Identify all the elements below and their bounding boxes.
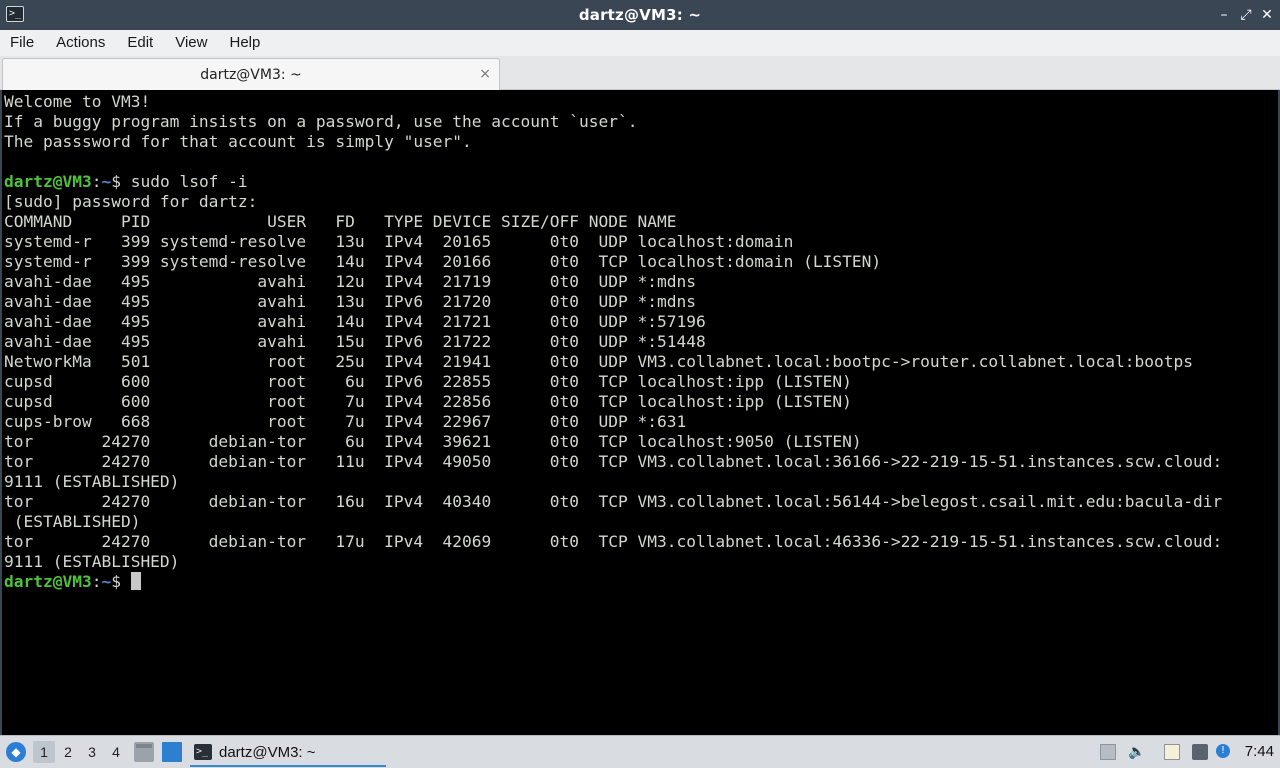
window-titlebar[interactable]: >_ dartz@VM3: ~ – ⤢ ✕ [0,0,1280,30]
lsof-output-row: 9111 (ESTABLISHED) [4,552,180,571]
lsof-output-row: avahi-dae 495 avahi 14u IPv4 21721 0t0 U… [4,312,706,331]
menu-file[interactable]: File [3,30,41,56]
text-cursor [130,572,141,590]
lsof-output-row: tor 24270 debian-tor 6u IPv4 39621 0t0 T… [4,432,862,451]
menu-actions[interactable]: Actions [49,30,112,56]
active-prompt-line: dartz@VM3:~$ [4,572,1276,592]
prompt-user-host: dartz@VM3 [4,572,92,591]
welcome-line: The passsword for that account is simply… [4,132,472,151]
tab-bar: dartz@VM3: ~ × [0,56,1280,90]
close-button[interactable]: ✕ [1258,5,1276,25]
lsof-output-row: cupsd 600 root 6u IPv6 22855 0t0 TCP loc… [4,372,852,391]
file-manager-icon[interactable] [134,742,154,762]
lsof-output-row: tor 24270 debian-tor 11u IPv4 49050 0t0 … [4,452,1223,471]
terminal-view[interactable]: Welcome to VM3! If a buggy program insist… [0,90,1280,735]
lsof-output-row: tor 24270 debian-tor 16u IPv4 40340 0t0 … [4,492,1223,511]
lsof-output-row: NetworkMa 501 root 25u IPv4 21941 0t0 UD… [4,352,1193,371]
taskbar: ◆ 1 2 3 4 >_ dartz@VM3: ~ 🔈 ! 7:44 [0,735,1280,768]
welcome-line: If a buggy program insists on a password… [4,112,638,131]
maximize-button[interactable]: ⤢ [1237,5,1255,25]
tab-label: dartz@VM3: ~ [200,66,302,83]
volume-icon[interactable]: 🔈 [1128,744,1145,760]
clock[interactable]: 7:44 [1245,742,1274,762]
lsof-output-row: avahi-dae 495 avahi 15u IPv6 21722 0t0 U… [4,332,706,351]
prompt-path: ~ [101,572,112,591]
lsof-output-row: cups-brow 668 root 7u IPv4 22967 0t0 UDP… [4,412,687,431]
lsof-output-row: systemd-r 399 systemd-resolve 14u IPv4 2… [4,252,882,271]
update-notification-icon[interactable]: ! [1216,744,1230,758]
menu-help[interactable]: Help [222,30,267,56]
prompt-separator: : [91,172,102,191]
menu-bar: File Actions Edit View Help [0,30,1280,56]
welcome-line: Welcome to VM3! [4,92,151,111]
lsof-output-row: tor 24270 debian-tor 17u IPv4 42069 0t0 … [4,532,1223,551]
terminal-output: Welcome to VM3! If a buggy program insist… [4,92,1276,592]
workspace-2[interactable]: 2 [57,741,79,763]
command-text: sudo lsof -i [130,172,248,191]
terminal-icon: >_ [6,6,24,22]
lsof-output-row: cupsd 600 root 7u IPv4 22856 0t0 TCP loc… [4,392,852,411]
menu-edit[interactable]: Edit [120,30,160,56]
lsof-output-row: avahi-dae 495 avahi 13u IPv6 21720 0t0 U… [4,292,696,311]
tab-close-icon[interactable]: × [479,65,491,83]
task-label: dartz@VM3: ~ [219,743,316,761]
notes-icon[interactable] [1164,744,1180,760]
start-menu-icon[interactable]: ◆ [6,742,26,762]
lsof-output-row: avahi-dae 495 avahi 12u IPv4 21719 0t0 U… [4,272,696,291]
lsof-header-row: COMMAND PID USER FD TYPE DEVICE SIZE/OFF… [4,212,677,231]
clipboard-icon[interactable] [1100,744,1116,760]
prompt-separator: : [91,572,102,591]
command-line: dartz@VM3:~$ sudo lsof -i [4,172,1276,192]
lsof-output-row: (ESTABLISHED) [4,512,141,531]
window-title: dartz@VM3: ~ [578,6,702,24]
prompt-symbol: $ [111,572,131,591]
taskbar-task-terminal[interactable]: >_ dartz@VM3: ~ [190,739,386,767]
prompt-symbol: $ [111,172,131,191]
prompt-path: ~ [101,172,112,191]
tab-terminal[interactable]: dartz@VM3: ~ × [2,58,500,90]
prompt-user-host: dartz@VM3 [4,172,92,191]
sudo-prompt-line: [sudo] password for dartz: [4,192,258,211]
show-desktop-icon[interactable] [162,742,182,762]
lsof-output-row: systemd-r 399 systemd-resolve 13u IPv4 2… [4,232,794,251]
terminal-icon: >_ [194,744,212,760]
menu-view[interactable]: View [168,30,214,56]
workspace-3[interactable]: 3 [81,741,103,763]
workspace-4[interactable]: 4 [105,741,127,763]
workspace-1[interactable]: 1 [33,741,55,763]
network-icon[interactable] [1192,744,1208,760]
minimize-button[interactable]: – [1215,5,1233,25]
lsof-output-row: 9111 (ESTABLISHED) [4,472,180,491]
